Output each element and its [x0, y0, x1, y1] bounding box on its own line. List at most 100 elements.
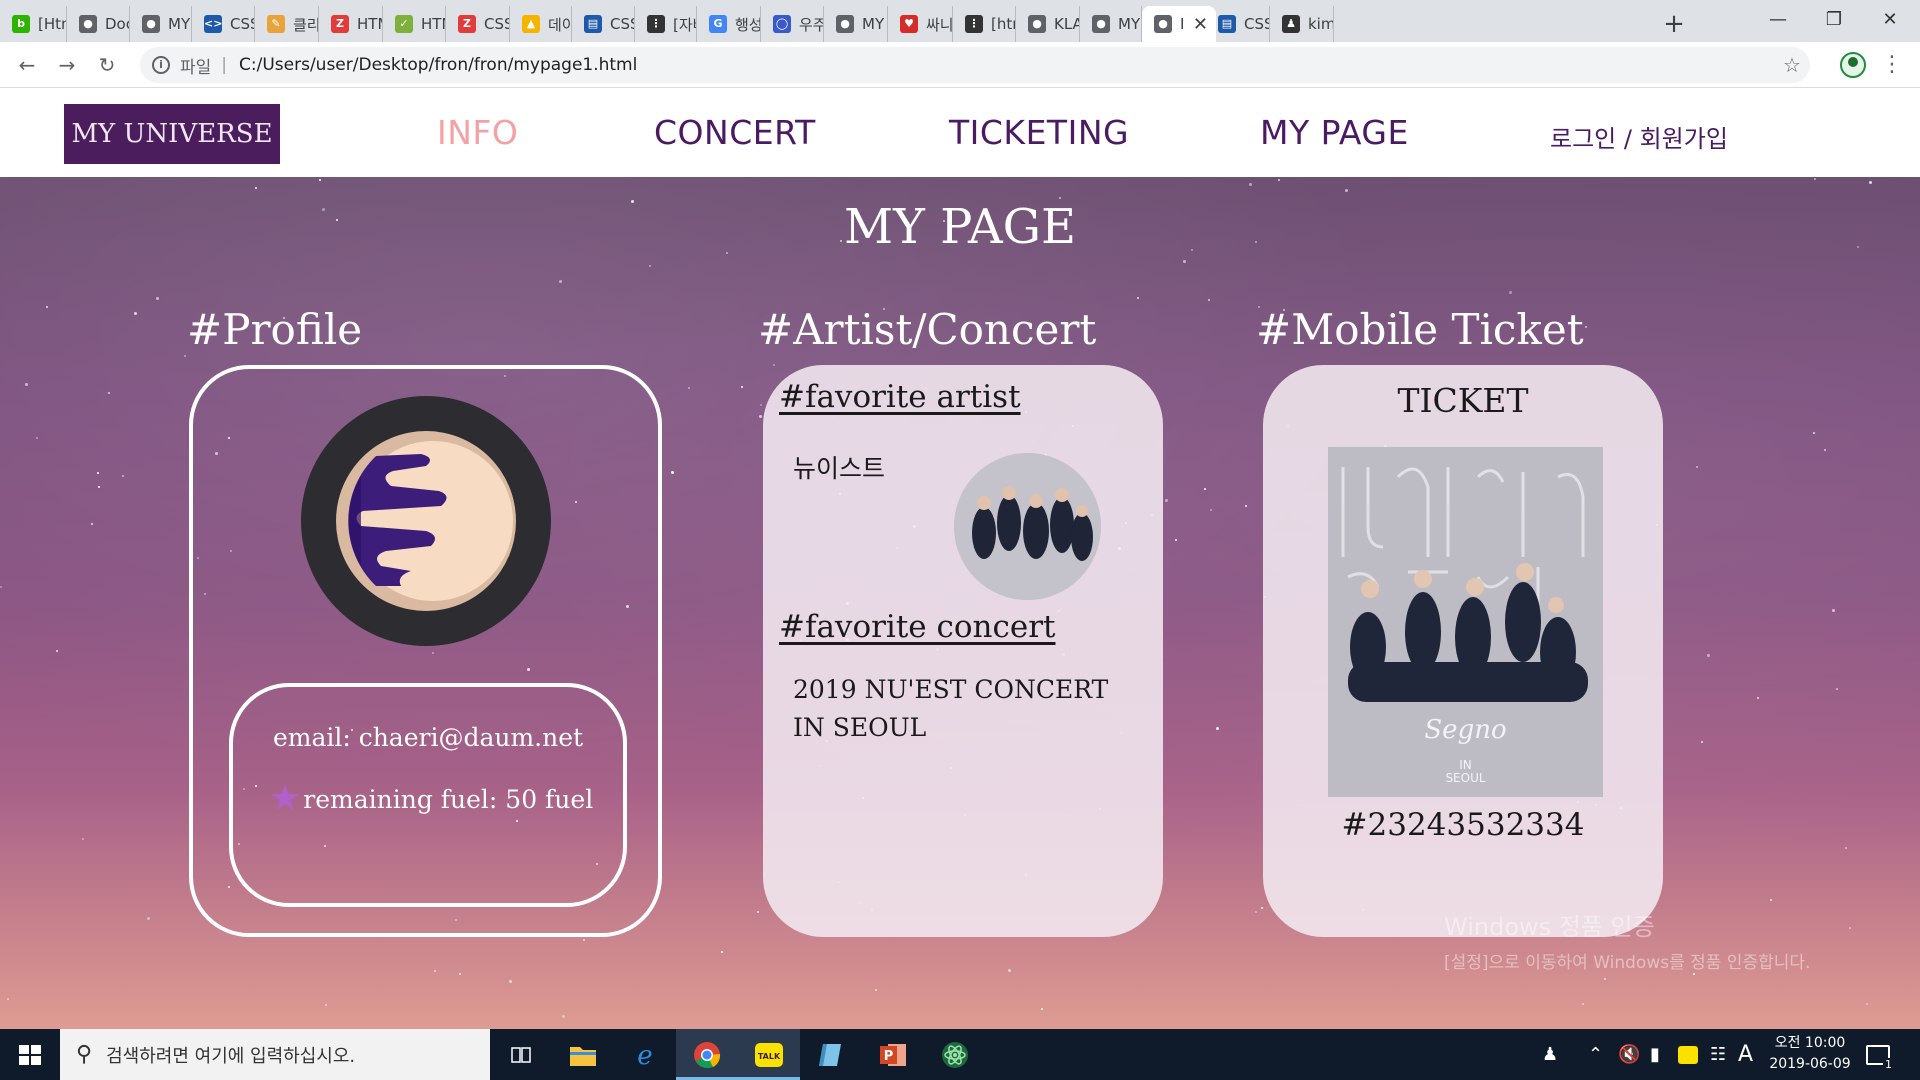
browser-tab[interactable]: ◯ 우주 [761, 6, 824, 42]
maximize-button[interactable]: ❐ [1806, 0, 1862, 42]
windows-logo-icon [19, 1045, 41, 1065]
chart-icon: ▤ [584, 15, 602, 33]
browser-tab[interactable]: ⋮ [자바 [635, 6, 697, 42]
star-dot [1245, 505, 1247, 507]
browser-menu-icon[interactable]: ⋮ [1880, 50, 1904, 80]
star-icon: ★ [269, 778, 302, 819]
space-background: MY PAGE #Profile #Artist/Concert #Mobile… [0, 177, 1920, 1029]
taskbar-clock[interactable]: 오전 10:00 2019-06-09 [1764, 1033, 1856, 1075]
star-dot [434, 970, 436, 972]
internet-explorer-icon: e [637, 1041, 652, 1070]
bookmark-star-icon[interactable]: ☆ [1774, 47, 1810, 83]
browser-tab[interactable]: ▤ CSS [572, 6, 635, 42]
star-dot [459, 973, 461, 975]
nav-concert[interactable]: CONCERT [654, 113, 816, 152]
taskbar-chrome[interactable] [676, 1029, 738, 1080]
notebook-icon [819, 1043, 841, 1066]
taskbar-file-explorer[interactable] [552, 1029, 614, 1080]
action-center-button[interactable]: 1 [1866, 1029, 1894, 1080]
profile-heading: #Profile [187, 305, 363, 354]
taskbar-search-placeholder: 검색하려면 여기에 입력하십시오. [106, 1045, 356, 1067]
taskbar-internet-explorer[interactable]: e [614, 1029, 676, 1080]
google-icon: G [709, 15, 727, 33]
globe-icon: ● [1092, 15, 1110, 33]
star-dot [1509, 291, 1512, 294]
close-window-button[interactable]: ✕ [1862, 0, 1918, 42]
browser-tab[interactable]: ♥ 싸니 [888, 6, 953, 42]
browser-tab[interactable]: G 행성 [697, 6, 761, 42]
star-dot [1849, 927, 1851, 929]
star-dot [1813, 432, 1815, 434]
back-button[interactable]: ← [12, 50, 42, 80]
task-view-button[interactable] [490, 1029, 552, 1080]
wifi-icon[interactable]: ☷ [1710, 1029, 1726, 1080]
taskbar-atom[interactable] [924, 1029, 986, 1080]
nav-ticketing[interactable]: TICKETING [949, 113, 1129, 152]
browser-toolbar: ← → ↻ i 파일 | C:/Users/user/Desktop/fron/… [0, 42, 1920, 88]
star-dot [1345, 189, 1348, 192]
windows-activation-watermark: Windows 정품 인증 [설정]으로 이동하여 Windows를 정품 인증… [1444, 907, 1810, 973]
page-title: MY PAGE [843, 199, 1077, 255]
web-page: MY UNIVERSE INFO CONCERT TICKETING MY PA… [0, 89, 1920, 1029]
star-dot [184, 355, 186, 357]
taskbar-powerpoint[interactable]: P [862, 1029, 924, 1080]
taskbar-kakaotalk[interactable]: TALK [738, 1029, 800, 1080]
star-dot [1604, 978, 1606, 980]
browser-tab[interactable]: ▤ CSS [1206, 6, 1270, 42]
svg-text:P: P [884, 1049, 894, 1064]
drive-icon: ▲ [522, 15, 540, 33]
volume-muted-icon[interactable]: 🔇 [1618, 1029, 1640, 1080]
browser-tab[interactable]: ▲ 데이 [510, 6, 572, 42]
browser-tab[interactable]: ✎ 클리 [255, 6, 319, 42]
browser-tab[interactable]: Z CSS [446, 6, 510, 42]
site-logo[interactable]: MY UNIVERSE [64, 104, 280, 164]
dots-icon: ⋮ [647, 15, 665, 33]
globe-icon: ● [79, 15, 97, 33]
browser-tab[interactable]: ● MY [824, 6, 888, 42]
browser-tab[interactable]: ✓ HTM [383, 6, 446, 42]
browser-tab[interactable]: Z HTM [319, 6, 383, 42]
tab-title: [Htm [38, 15, 66, 33]
browser-tab[interactable]: ● I ✕ [1142, 6, 1216, 42]
new-tab-button[interactable]: + [1656, 6, 1692, 42]
tray-chevron-up-icon[interactable]: ⌃ [1588, 1029, 1603, 1080]
forward-button[interactable]: → [52, 50, 82, 80]
watermark-title: Windows 정품 인증 [1444, 913, 1655, 941]
browser-tab[interactable]: b [Htm [0, 6, 67, 42]
start-button[interactable] [0, 1029, 60, 1080]
star-dot [1707, 654, 1710, 657]
chrome-icon [694, 1041, 721, 1068]
star-dot [1866, 1003, 1868, 1005]
star-dot [773, 364, 775, 366]
kakaotalk-tray-icon[interactable] [1678, 1029, 1698, 1080]
address-url[interactable]: C:/Users/user/Desktop/fron/fron/mypage1.… [239, 55, 637, 75]
chart-icon: ▤ [1218, 15, 1236, 33]
browser-tab[interactable]: ● MY [1080, 6, 1142, 42]
browser-tab[interactable]: <> CSS [192, 6, 255, 42]
address-bar[interactable]: i 파일 | C:/Users/user/Desktop/fron/fron/m… [140, 47, 1810, 83]
browser-tab[interactable]: ● KLA [1016, 6, 1080, 42]
input-method-icon[interactable]: A [1738, 1029, 1753, 1080]
profile-avatar[interactable] [1840, 52, 1866, 78]
people-icon[interactable]: ♟ [1542, 1029, 1558, 1080]
login-signup-link[interactable]: 로그인 / 회원가입 [1550, 119, 1728, 154]
browser-tab[interactable]: ⋮ [htm [953, 6, 1016, 42]
battery-icon[interactable]: ▮ [1650, 1029, 1660, 1080]
heart-icon: ♥ [900, 15, 918, 33]
browser-tab[interactable]: ● MY [130, 6, 192, 42]
nav-my-page[interactable]: MY PAGE [1260, 113, 1409, 152]
star-dot [36, 437, 38, 439]
reload-button[interactable]: ↻ [92, 50, 122, 80]
info-icon[interactable]: i [152, 56, 170, 74]
minimize-button[interactable]: — [1750, 0, 1806, 42]
nav-info[interactable]: INFO [437, 113, 518, 152]
z-icon: Z [458, 15, 476, 33]
circle-icon: ◯ [773, 15, 791, 33]
browser-tab[interactable]: ♟ kimc [1270, 6, 1334, 42]
star-dot [1757, 697, 1759, 699]
taskbar-app-blue[interactable] [800, 1029, 862, 1080]
watermark-subtitle: [설정]으로 이동하여 Windows를 정품 인증합니다. [1444, 953, 1811, 973]
star-dot [91, 523, 93, 525]
browser-tab[interactable]: ● Doc [67, 6, 130, 42]
taskbar-search-box[interactable]: ⚲ 검색하려면 여기에 입력하십시오. [60, 1029, 490, 1080]
